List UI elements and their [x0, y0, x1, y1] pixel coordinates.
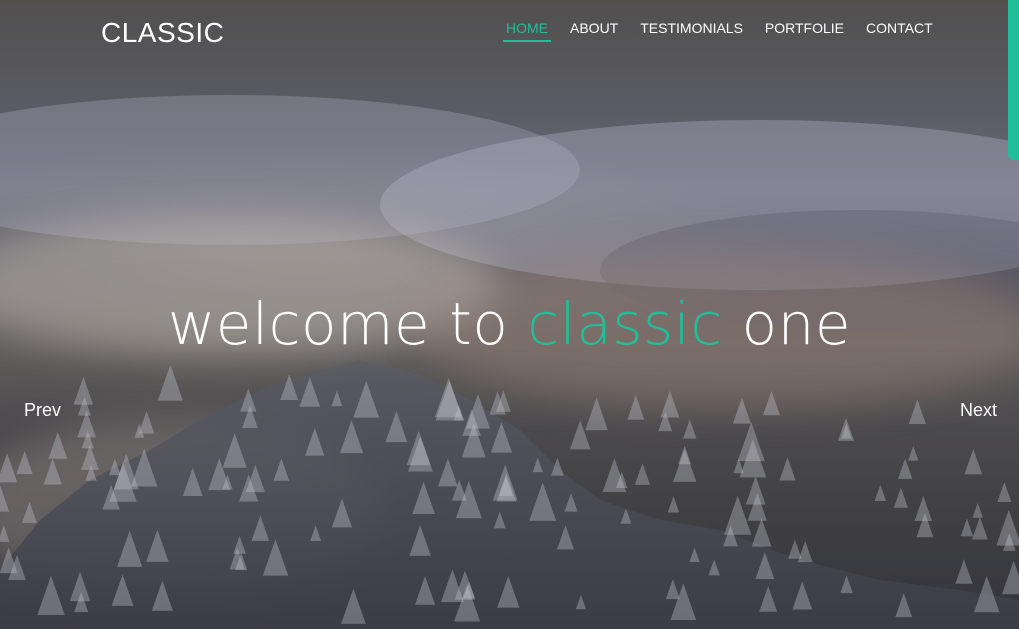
pine-tree-icon: [138, 411, 155, 434]
pine-tree-icon: [627, 395, 645, 420]
headline-accent: classic: [527, 290, 723, 358]
pine-tree-icon: [955, 559, 973, 584]
pine-tree-icon: [585, 397, 608, 431]
pine-tree-icon: [0, 525, 10, 542]
pine-tree-icon: [0, 485, 10, 512]
pine-tree-icon: [893, 487, 908, 508]
pine-tree-icon: [751, 518, 772, 547]
pine-tree-icon: [16, 450, 33, 475]
pine-tree-icon: [22, 501, 37, 523]
pine-tree-icon: [1001, 560, 1019, 595]
hero-headline: welcome to classic one: [0, 290, 1019, 358]
pine-tree-icon: [971, 516, 988, 540]
nav-item-about[interactable]: ABOUT: [567, 19, 621, 42]
pine-tree-icon: [683, 419, 697, 439]
pine-tree-icon: [634, 463, 651, 485]
headline-prefix: welcome to: [167, 290, 528, 358]
pine-tree-icon: [797, 540, 813, 563]
pine-tree-icon: [908, 445, 919, 461]
nav-item-contact[interactable]: CONTACT: [863, 19, 936, 42]
prev-slide-button[interactable]: Prev: [24, 400, 61, 421]
forest-background: [0, 360, 1019, 629]
pine-tree-icon: [732, 397, 751, 424]
nav-item-home[interactable]: HOME: [503, 19, 551, 42]
pine-tree-icon: [673, 448, 697, 482]
nav-item-testimonials[interactable]: TESTIMONIALS: [637, 19, 746, 42]
pine-tree-icon: [157, 364, 183, 401]
pine-tree-icon: [837, 417, 855, 441]
pine-tree-icon: [908, 399, 926, 425]
main-menu: HOME ABOUT TESTIMONIALS PORTFOLIE CONTAC…: [503, 19, 936, 42]
pine-tree-icon: [997, 482, 1012, 503]
pine-tree-icon: [960, 518, 974, 537]
pine-tree-icon: [48, 431, 68, 459]
pine-tree-icon: [81, 444, 99, 470]
next-slide-button[interactable]: Next: [960, 400, 997, 421]
pine-tree-icon: [667, 496, 680, 513]
pine-tree-icon: [43, 458, 62, 485]
top-navbar: CLASSIC HOME ABOUT TESTIMONIALS PORTFOLI…: [0, 0, 1019, 64]
pine-tree-icon: [874, 484, 887, 502]
hero-slider: CLASSIC HOME ABOUT TESTIMONIALS PORTFOLI…: [0, 0, 1019, 629]
pine-tree-icon: [779, 457, 796, 481]
pine-tree-icon: [762, 390, 781, 416]
scrollbar-thumb[interactable]: [1008, 0, 1019, 160]
pine-tree-icon: [964, 449, 983, 475]
pine-tree-icon: [914, 495, 933, 521]
pine-tree-icon: [972, 502, 983, 518]
pine-tree-icon: [898, 458, 913, 479]
pine-tree-icon: [660, 390, 680, 418]
pine-tree-icon: [0, 453, 18, 483]
pine-tree-icon: [788, 539, 802, 559]
headline-suffix: one: [722, 290, 852, 358]
nav-item-portfolie[interactable]: PORTFOLIE: [762, 19, 847, 42]
site-logo[interactable]: CLASSIC: [101, 17, 224, 49]
